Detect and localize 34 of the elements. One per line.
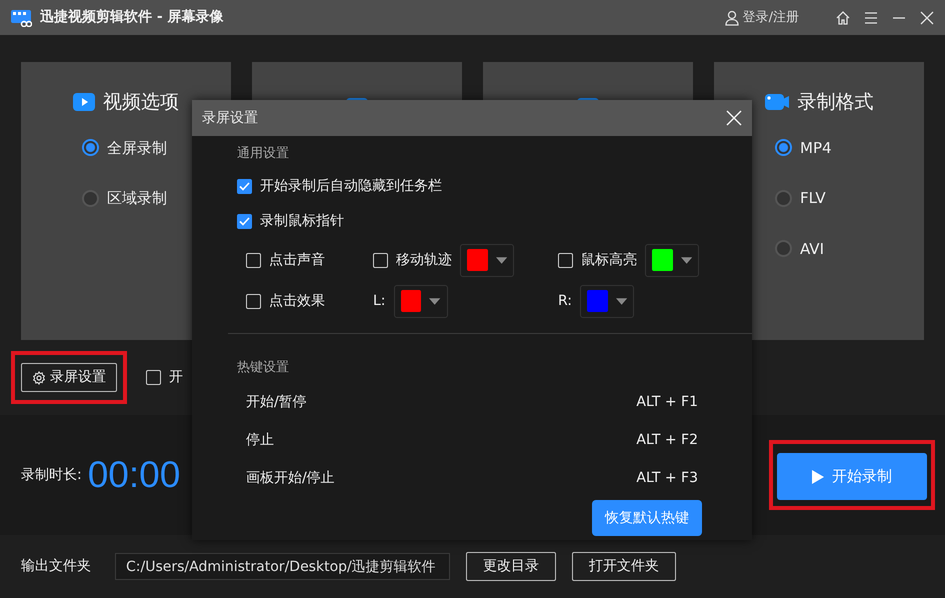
hotkey-action: 画板开始/停止 bbox=[246, 468, 335, 488]
section-heading: 热键设置 bbox=[237, 358, 290, 376]
checkbox-label[interactable]: 录制鼠标指针 bbox=[260, 210, 344, 232]
color-label: R: bbox=[558, 292, 572, 310]
card-title: 录制格式 bbox=[798, 90, 874, 115]
color-label: L: bbox=[373, 292, 386, 310]
section-heading: 通用设置 bbox=[237, 145, 290, 163]
checkbox-label[interactable]: 点击效果 bbox=[269, 290, 325, 312]
folder-button[interactable]: 打开文件夹 bbox=[572, 552, 676, 581]
radio-label[interactable]: 全屏录制 bbox=[107, 136, 167, 159]
timer-display: 00:00 bbox=[88, 453, 180, 498]
radio-label[interactable]: AVI bbox=[800, 238, 824, 260]
folder-button[interactable]: 更改目录 bbox=[466, 552, 556, 581]
radio-label[interactable]: 区域录制 bbox=[107, 187, 167, 210]
radio-label[interactable]: MP4 bbox=[800, 136, 832, 159]
login-link[interactable]: 登录/注册 bbox=[742, 8, 799, 28]
radio-label[interactable]: FLV bbox=[800, 187, 826, 210]
checkbox-label[interactable]: 移动轨迹 bbox=[396, 250, 452, 270]
hotkey-keys: ALT + F1 bbox=[636, 392, 698, 412]
dialog-title: 录屏设置 bbox=[202, 108, 258, 128]
hotkey-keys: ALT + F2 bbox=[636, 430, 698, 450]
output-folder-label: 输出文件夹 bbox=[21, 557, 91, 576]
duration-label: 录制时长: bbox=[21, 466, 82, 484]
hotkey-keys: ALT + F3 bbox=[636, 468, 698, 488]
window-title: 迅捷视频剪辑软件 - 屏幕录像 bbox=[40, 8, 224, 27]
checkbox-label[interactable]: 开 bbox=[169, 367, 183, 388]
card-title: 视频选项 bbox=[103, 90, 179, 115]
hotkey-action: 开始/暂停 bbox=[246, 392, 307, 412]
settings-button[interactable]: 录屏设置 bbox=[21, 363, 117, 392]
checkbox-label[interactable]: 鼠标高亮 bbox=[581, 250, 637, 270]
checkbox-label[interactable]: 点击声音 bbox=[269, 250, 325, 270]
hotkey-action: 停止 bbox=[246, 430, 274, 450]
path-field[interactable]: C:/Users/Administrator/Desktop/迅捷剪辑软件 bbox=[115, 553, 450, 580]
checkbox-label[interactable]: 开始录制后自动隐藏到任务栏 bbox=[260, 176, 442, 196]
